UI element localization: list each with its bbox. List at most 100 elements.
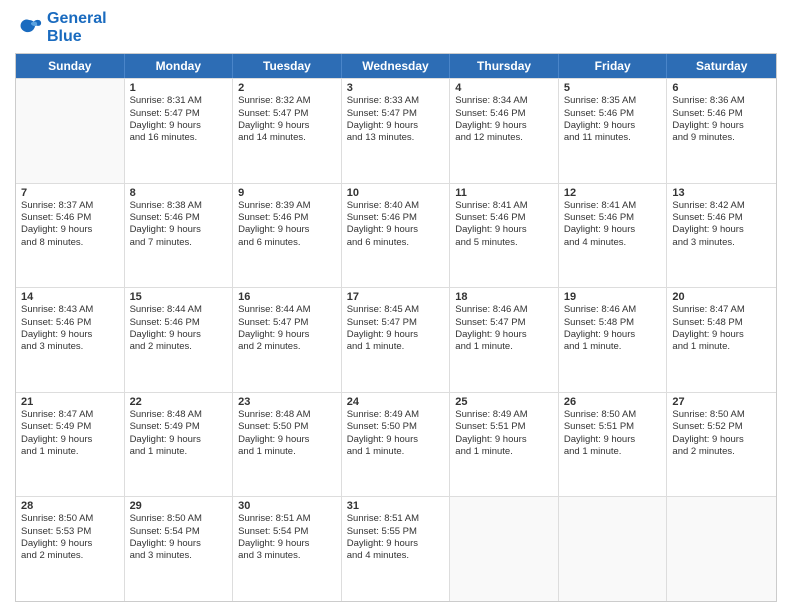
daylight-hours: Daylight: 9 hours xyxy=(455,224,553,236)
daylight-hours: and 9 minutes. xyxy=(672,132,771,144)
sunset: Sunset: 5:46 PM xyxy=(672,212,771,224)
sunrise: Sunrise: 8:36 AM xyxy=(672,95,771,107)
daylight-hours: Daylight: 9 hours xyxy=(347,538,445,550)
daylight-hours: and 1 minute. xyxy=(564,341,662,353)
daylight-hours: Daylight: 9 hours xyxy=(21,224,119,236)
sunrise: Sunrise: 8:43 AM xyxy=(21,304,119,316)
daylight-hours: and 6 minutes. xyxy=(238,237,336,249)
sunrise: Sunrise: 8:47 AM xyxy=(672,304,771,316)
daylight-hours: Daylight: 9 hours xyxy=(21,538,119,550)
sunset: Sunset: 5:50 PM xyxy=(238,421,336,433)
sunrise: Sunrise: 8:49 AM xyxy=(455,409,553,421)
daylight-hours: and 3 minutes. xyxy=(672,237,771,249)
header-day-thursday: Thursday xyxy=(450,54,559,78)
sunset: Sunset: 5:46 PM xyxy=(21,317,119,329)
day-cell-3: 3Sunrise: 8:33 AMSunset: 5:47 PMDaylight… xyxy=(342,79,451,183)
daylight-hours: Daylight: 9 hours xyxy=(455,120,553,132)
sunset: Sunset: 5:46 PM xyxy=(455,212,553,224)
header-day-friday: Friday xyxy=(559,54,668,78)
daylight-hours: Daylight: 9 hours xyxy=(130,120,228,132)
sunrise: Sunrise: 8:47 AM xyxy=(21,409,119,421)
day-cell-15: 15Sunrise: 8:44 AMSunset: 5:46 PMDayligh… xyxy=(125,288,234,392)
day-number: 17 xyxy=(347,291,445,303)
sunset: Sunset: 5:46 PM xyxy=(130,212,228,224)
day-number: 6 xyxy=(672,82,771,94)
day-cell-24: 24Sunrise: 8:49 AMSunset: 5:50 PMDayligh… xyxy=(342,393,451,497)
sunrise: Sunrise: 8:46 AM xyxy=(564,304,662,316)
day-number: 16 xyxy=(238,291,336,303)
sunset: Sunset: 5:47 PM xyxy=(238,108,336,120)
sunset: Sunset: 5:51 PM xyxy=(455,421,553,433)
calendar-row-4: 28Sunrise: 8:50 AMSunset: 5:53 PMDayligh… xyxy=(16,496,776,601)
sunset: Sunset: 5:49 PM xyxy=(130,421,228,433)
sunset: Sunset: 5:46 PM xyxy=(347,212,445,224)
daylight-hours: and 14 minutes. xyxy=(238,132,336,144)
daylight-hours: Daylight: 9 hours xyxy=(238,120,336,132)
day-number: 9 xyxy=(238,187,336,199)
page: General Blue SundayMondayTuesdayWednesda… xyxy=(0,0,792,612)
daylight-hours: Daylight: 9 hours xyxy=(21,329,119,341)
daylight-hours: Daylight: 9 hours xyxy=(130,434,228,446)
calendar-header: SundayMondayTuesdayWednesdayThursdayFrid… xyxy=(16,54,776,78)
sunset: Sunset: 5:54 PM xyxy=(238,526,336,538)
empty-cell xyxy=(667,497,776,601)
daylight-hours: Daylight: 9 hours xyxy=(564,120,662,132)
daylight-hours: Daylight: 9 hours xyxy=(564,224,662,236)
day-cell-16: 16Sunrise: 8:44 AMSunset: 5:47 PMDayligh… xyxy=(233,288,342,392)
daylight-hours: Daylight: 9 hours xyxy=(672,329,771,341)
day-number: 12 xyxy=(564,187,662,199)
calendar-body: 1Sunrise: 8:31 AMSunset: 5:47 PMDaylight… xyxy=(16,78,776,601)
day-number: 15 xyxy=(130,291,228,303)
day-number: 11 xyxy=(455,187,553,199)
sunrise: Sunrise: 8:50 AM xyxy=(672,409,771,421)
sunrise: Sunrise: 8:35 AM xyxy=(564,95,662,107)
day-number: 10 xyxy=(347,187,445,199)
day-cell-18: 18Sunrise: 8:46 AMSunset: 5:47 PMDayligh… xyxy=(450,288,559,392)
sunrise: Sunrise: 8:46 AM xyxy=(455,304,553,316)
daylight-hours: and 1 minute. xyxy=(238,446,336,458)
daylight-hours: Daylight: 9 hours xyxy=(347,434,445,446)
day-number: 29 xyxy=(130,500,228,512)
daylight-hours: and 5 minutes. xyxy=(455,237,553,249)
day-number: 22 xyxy=(130,396,228,408)
daylight-hours: Daylight: 9 hours xyxy=(347,120,445,132)
daylight-hours: Daylight: 9 hours xyxy=(672,224,771,236)
daylight-hours: Daylight: 9 hours xyxy=(564,329,662,341)
day-cell-11: 11Sunrise: 8:41 AMSunset: 5:46 PMDayligh… xyxy=(450,184,559,288)
sunrise: Sunrise: 8:44 AM xyxy=(238,304,336,316)
header-day-sunday: Sunday xyxy=(16,54,125,78)
sunset: Sunset: 5:46 PM xyxy=(130,317,228,329)
daylight-hours: and 8 minutes. xyxy=(21,237,119,249)
day-cell-25: 25Sunrise: 8:49 AMSunset: 5:51 PMDayligh… xyxy=(450,393,559,497)
day-number: 23 xyxy=(238,396,336,408)
daylight-hours: Daylight: 9 hours xyxy=(130,329,228,341)
day-number: 2 xyxy=(238,82,336,94)
sunrise: Sunrise: 8:50 AM xyxy=(130,513,228,525)
day-number: 20 xyxy=(672,291,771,303)
header-day-saturday: Saturday xyxy=(667,54,776,78)
daylight-hours: and 3 minutes. xyxy=(21,341,119,353)
day-number: 4 xyxy=(455,82,553,94)
sunrise: Sunrise: 8:40 AM xyxy=(347,200,445,212)
day-cell-29: 29Sunrise: 8:50 AMSunset: 5:54 PMDayligh… xyxy=(125,497,234,601)
day-number: 26 xyxy=(564,396,662,408)
sunset: Sunset: 5:47 PM xyxy=(347,108,445,120)
day-cell-17: 17Sunrise: 8:45 AMSunset: 5:47 PMDayligh… xyxy=(342,288,451,392)
header-day-wednesday: Wednesday xyxy=(342,54,451,78)
daylight-hours: and 1 minute. xyxy=(672,341,771,353)
daylight-hours: Daylight: 9 hours xyxy=(672,120,771,132)
day-cell-28: 28Sunrise: 8:50 AMSunset: 5:53 PMDayligh… xyxy=(16,497,125,601)
day-cell-31: 31Sunrise: 8:51 AMSunset: 5:55 PMDayligh… xyxy=(342,497,451,601)
calendar-row-3: 21Sunrise: 8:47 AMSunset: 5:49 PMDayligh… xyxy=(16,392,776,497)
daylight-hours: and 6 minutes. xyxy=(347,237,445,249)
day-cell-5: 5Sunrise: 8:35 AMSunset: 5:46 PMDaylight… xyxy=(559,79,668,183)
header: General Blue xyxy=(15,10,777,45)
sunrise: Sunrise: 8:32 AM xyxy=(238,95,336,107)
sunrise: Sunrise: 8:44 AM xyxy=(130,304,228,316)
sunrise: Sunrise: 8:48 AM xyxy=(238,409,336,421)
daylight-hours: and 3 minutes. xyxy=(130,550,228,562)
daylight-hours: Daylight: 9 hours xyxy=(564,434,662,446)
daylight-hours: and 3 minutes. xyxy=(238,550,336,562)
day-number: 28 xyxy=(21,500,119,512)
sunset: Sunset: 5:55 PM xyxy=(347,526,445,538)
